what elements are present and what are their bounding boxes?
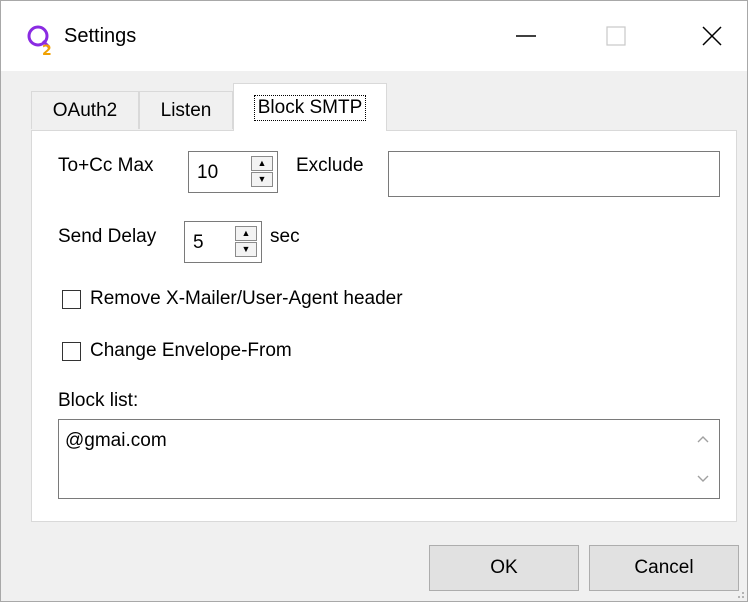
- q2-app-icon: 2: [25, 23, 59, 59]
- resize-grip-icon[interactable]: [735, 589, 745, 599]
- send-delay-down-button[interactable]: ▼: [235, 242, 257, 257]
- to-cc-max-down-button[interactable]: ▼: [251, 172, 273, 187]
- scroll-up-icon: [697, 436, 709, 443]
- send-delay-label: Send Delay: [58, 226, 157, 247]
- to-cc-max-value: 10: [197, 162, 219, 183]
- block-list-value: @gmai.com: [65, 430, 167, 451]
- tab-block-smtp[interactable]: Block SMTP: [233, 83, 387, 131]
- remove-header-label[interactable]: Remove X-Mailer/User-Agent header: [90, 288, 403, 310]
- block-list-scrollbar[interactable]: [687, 420, 719, 498]
- minimize-button[interactable]: [491, 1, 561, 71]
- remove-header-checkbox[interactable]: [62, 290, 81, 309]
- block-smtp-panel: To+Cc Max 10 ▲ ▼ Exclude Send Delay 5 ▲ …: [31, 130, 737, 522]
- title-bar[interactable]: 2 Settings: [1, 1, 747, 71]
- block-list-label: Block list:: [58, 390, 139, 411]
- send-delay-unit: sec: [270, 226, 300, 247]
- cancel-button[interactable]: Cancel: [589, 545, 739, 591]
- ok-button[interactable]: OK: [429, 545, 579, 591]
- send-delay-up-button[interactable]: ▲: [235, 226, 257, 241]
- change-envelope-checkbox[interactable]: [62, 342, 81, 361]
- change-envelope-label[interactable]: Change Envelope-From: [90, 340, 292, 362]
- close-button[interactable]: [677, 1, 747, 71]
- send-delay-value: 5: [193, 232, 204, 253]
- exclude-label: Exclude: [296, 155, 364, 176]
- maximize-button[interactable]: [581, 1, 651, 71]
- maximize-icon: [606, 26, 626, 46]
- block-list-textarea[interactable]: @gmai.com: [58, 419, 720, 499]
- exclude-input[interactable]: [388, 151, 720, 197]
- to-cc-max-up-button[interactable]: ▲: [251, 156, 273, 171]
- to-cc-max-label: To+Cc Max: [58, 155, 154, 176]
- window-title: Settings: [64, 25, 137, 47]
- settings-window: 2 Settings OAuth2 Listen Block SMTP To+C…: [0, 0, 748, 602]
- svg-text:2: 2: [42, 43, 52, 57]
- minimize-icon: [516, 35, 536, 37]
- close-icon: [702, 26, 722, 46]
- send-delay-stepper[interactable]: 5 ▲ ▼: [184, 221, 262, 263]
- to-cc-max-stepper[interactable]: 10 ▲ ▼: [188, 151, 278, 193]
- scroll-down-icon: [697, 475, 709, 482]
- tab-oauth2[interactable]: OAuth2: [31, 91, 139, 129]
- tab-listen[interactable]: Listen: [139, 91, 233, 129]
